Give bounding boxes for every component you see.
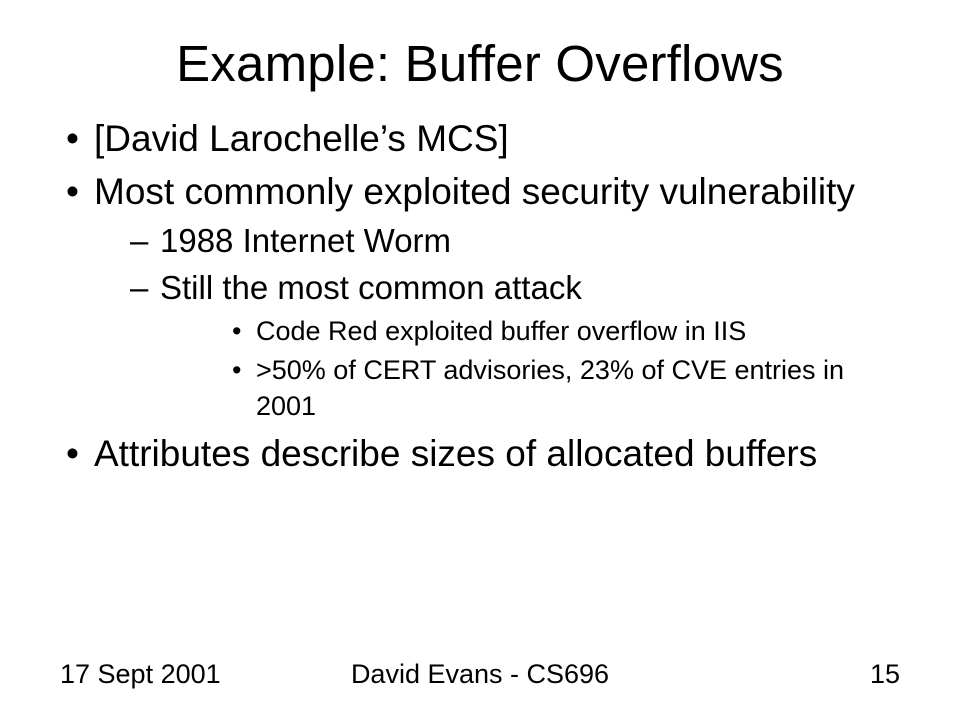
bullet-text: [David Larochelle’s MCS] [94,118,509,159]
bullet-item: Code Red exploited buffer overflow in II… [160,314,900,350]
slide-footer: 17 Sept 2001 David Evans - CS696 15 [0,659,960,690]
bullet-list-level3: Code Red exploited buffer overflow in II… [160,314,900,425]
slide: Example: Buffer Overflows [David Laroche… [0,0,960,720]
bullet-text: Code Red exploited buffer overflow in II… [256,316,746,346]
bullet-item: Attributes describe sizes of allocated b… [60,430,900,477]
bullet-item: 1988 Internet Worm [94,220,900,263]
bullet-item: >50% of CERT advisories, 23% of CVE entr… [160,353,900,424]
footer-date: 17 Sept 2001 [60,659,221,690]
slide-body: [David Larochelle’s MCS] Most commonly e… [0,93,960,478]
footer-page-number: 15 [870,659,900,690]
bullet-text: Still the most common attack [160,269,582,306]
slide-title: Example: Buffer Overflows [0,0,960,93]
bullet-text: >50% of CERT advisories, 23% of CVE entr… [256,355,844,421]
bullet-list-level2: 1988 Internet Worm Still the most common… [94,220,900,425]
bullet-item: [David Larochelle’s MCS] [60,115,900,162]
bullet-item: Most commonly exploited security vulnera… [60,168,900,424]
bullet-text: 1988 Internet Worm [160,222,451,259]
bullet-text: Most commonly exploited security vulnera… [94,171,855,212]
bullet-list-level1: [David Larochelle’s MCS] Most commonly e… [60,115,900,478]
bullet-text: Attributes describe sizes of allocated b… [94,433,817,474]
bullet-item: Still the most common attack Code Red ex… [94,267,900,425]
